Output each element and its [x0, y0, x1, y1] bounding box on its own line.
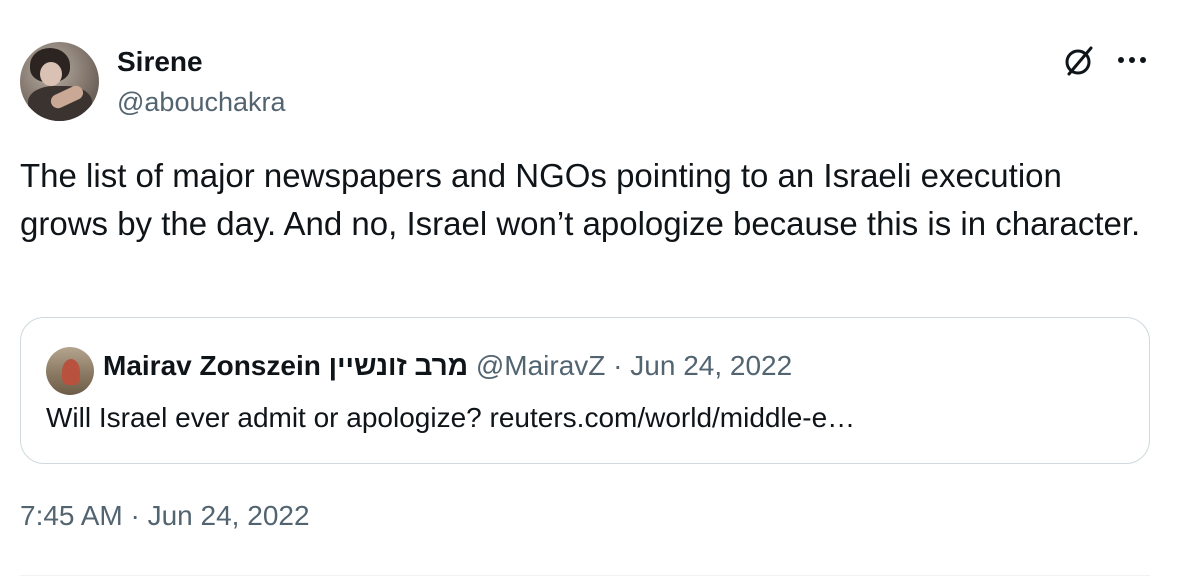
- tweet-timestamp[interactable]: 7:45 AM · Jun 24, 2022: [20, 500, 310, 532]
- divider: [20, 575, 1150, 576]
- avatar-face: [40, 62, 62, 86]
- author-display-name[interactable]: Sirene: [117, 46, 203, 78]
- quoted-tweet-text: Will Israel ever admit or apologize? reu…: [46, 402, 856, 433]
- quoted-author-handle[interactable]: @MairavZ: [476, 350, 606, 381]
- more-options-icon[interactable]: [1115, 48, 1149, 72]
- author-handle[interactable]: @abouchakra: [117, 87, 286, 118]
- grok-icon[interactable]: [1062, 44, 1096, 78]
- tweet-text: The list of major newspapers and NGOs po…: [20, 157, 1141, 242]
- quoted-author-avatar[interactable]: [46, 347, 94, 395]
- quoted-separator: ·: [613, 350, 623, 381]
- author-avatar[interactable]: [20, 42, 99, 121]
- quoted-tweet-header: Mairav Zonszein מרב זונשיין @MairavZ · J…: [103, 350, 792, 382]
- tweet-card: Sirene @abouchakra The list of major new…: [0, 0, 1188, 583]
- quoted-tweet-date[interactable]: Jun 24, 2022: [630, 350, 792, 381]
- quoted-tweet[interactable]: Mairav Zonszein מרב זונשיין @MairavZ · J…: [20, 317, 1150, 464]
- quoted-author-name[interactable]: Mairav Zonszein מרב זונשיין: [103, 350, 468, 381]
- quoted-avatar-figure: [62, 359, 80, 385]
